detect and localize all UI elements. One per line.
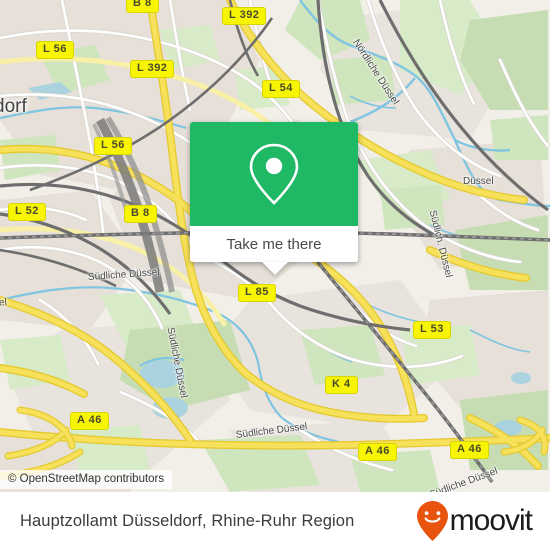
osm-attribution[interactable]: © OpenStreetMap contributors [0,470,174,489]
map-pin-icon [249,143,299,205]
road-shield: L 53 [413,321,451,339]
road-shield: B 8 [124,205,157,223]
footer-bar: Hauptzollamt Düsseldorf, Rhine-Ruhr Regi… [0,492,550,550]
water-label: Düssel [463,176,494,187]
popup-pointer-tail [262,262,288,275]
moovit-logo[interactable]: moovit [416,500,533,542]
location-popup-card[interactable]: Take me there [190,122,358,262]
location-title: Hauptzollamt Düsseldorf, Rhine-Ruhr Regi… [20,511,355,530]
water-label: sel [0,297,8,309]
road-shield: L 56 [94,137,132,155]
road-shield: L 56 [36,41,74,59]
road-shield: L 85 [238,284,276,302]
road-shield: A 46 [358,443,397,461]
take-me-there-button[interactable]: Take me there [190,226,358,262]
road-shield: A 46 [450,441,489,459]
popup-icon-area [190,122,358,226]
moovit-wordmark: moovit [449,504,533,537]
road-shield: L 392 [222,7,267,25]
moovit-pin-icon [416,501,448,541]
screenshot-root: .land{fill:#f2efe9} .built{fill:#e8e3dc}… [0,0,550,550]
place-label: dorf [0,96,27,117]
road-shield: L 392 [130,60,175,78]
road-shield: L 52 [8,203,46,221]
road-shield: K 4 [325,376,358,394]
road-shield: B 8 [126,0,159,13]
road-shield: A 46 [70,412,109,430]
road-shield: L 54 [262,80,300,98]
